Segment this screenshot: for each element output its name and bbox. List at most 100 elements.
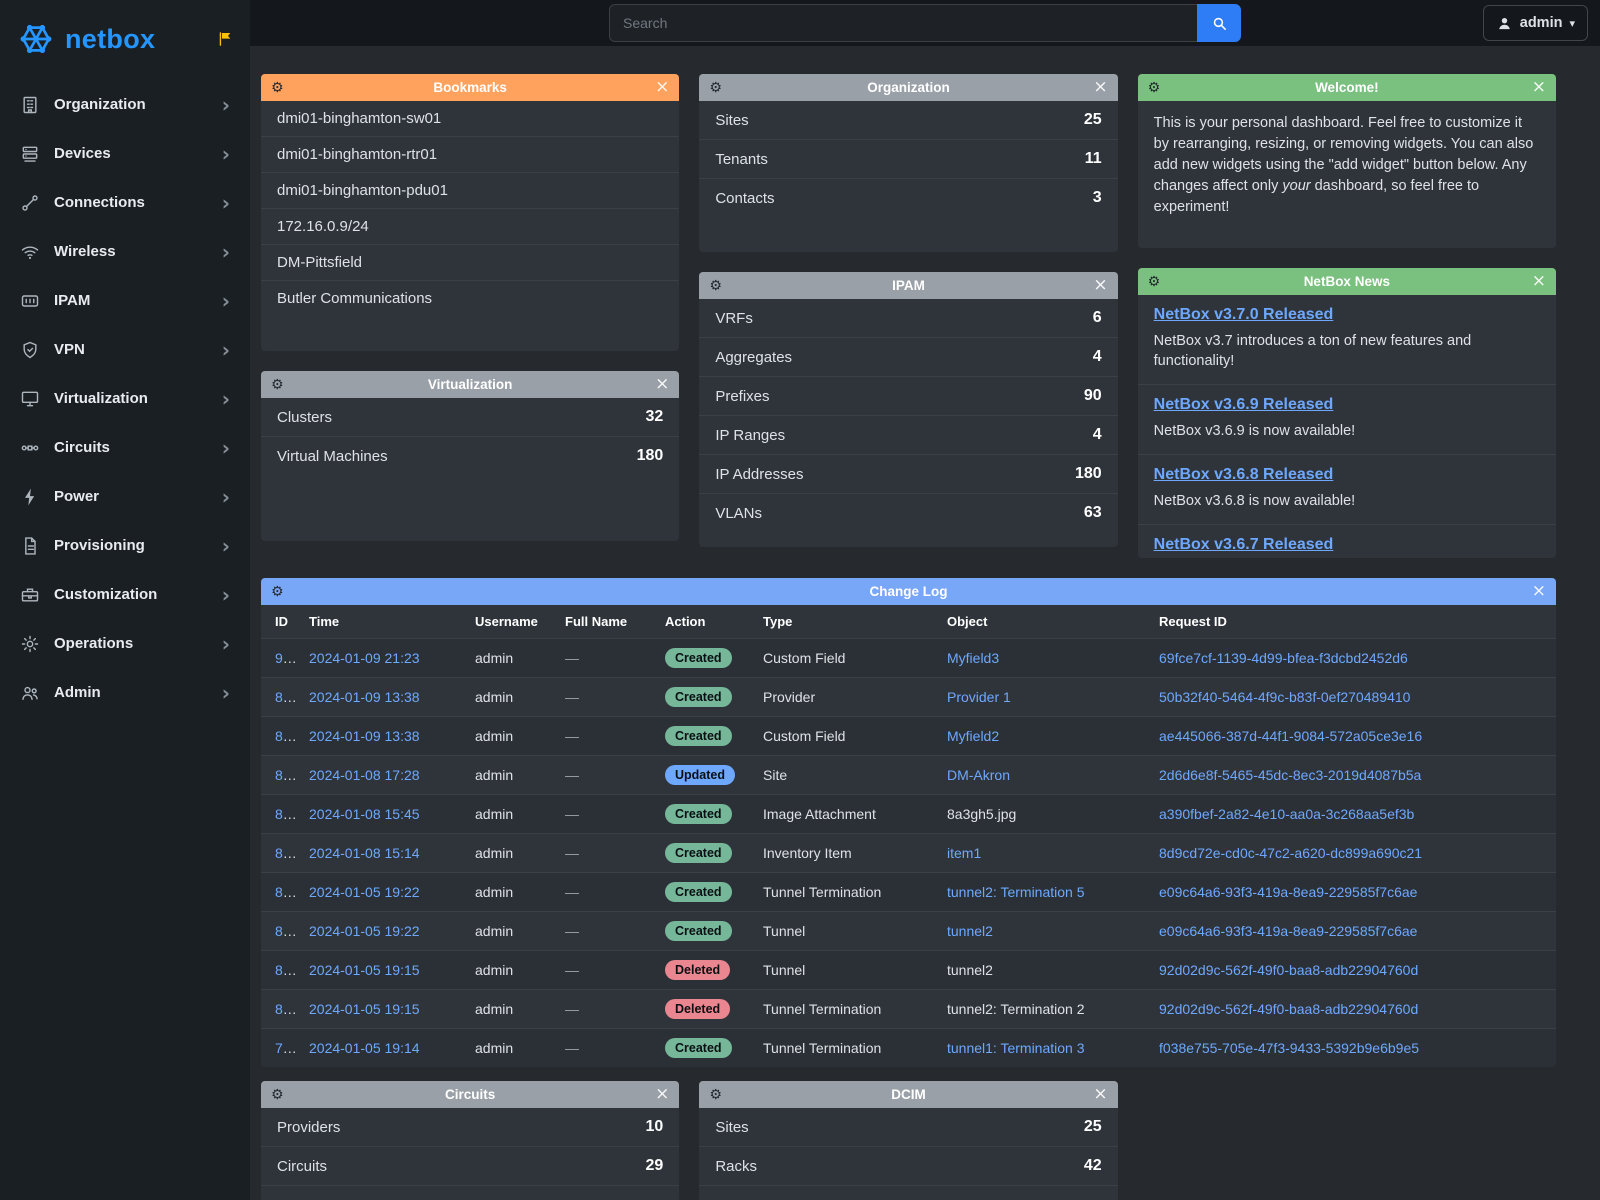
widget-config-gear-icon[interactable]: ⚙	[709, 279, 722, 293]
changelog-time-link[interactable]: 2024-01-09 13:38	[309, 689, 420, 705]
sidebar-item-power[interactable]: Power ›	[0, 472, 250, 521]
changelog-id-link[interactable]: 81	[275, 962, 297, 978]
changelog-time-link[interactable]: 2024-01-05 19:22	[309, 923, 420, 939]
changelog-request-id-link[interactable]: ae445066-387d-44f1-9084-572a05ce3e16	[1159, 728, 1422, 744]
widget-config-gear-icon[interactable]: ⚙	[709, 1088, 722, 1102]
stat-value[interactable]: 90	[1084, 387, 1102, 405]
brand-name[interactable]: netbox	[65, 24, 155, 55]
sidebar-item-organization[interactable]: Organization ›	[0, 80, 250, 129]
bookmark-item[interactable]: dmi01-binghamton-sw01	[261, 101, 679, 136]
stat-value[interactable]: 63	[1084, 504, 1102, 522]
sidebar-item-operations[interactable]: Operations ›	[0, 619, 250, 668]
sidebar-item-admin[interactable]: Admin ›	[0, 668, 250, 717]
widget-close-icon[interactable]: ×	[655, 1086, 669, 1103]
changelog-object-link[interactable]: item1	[947, 845, 981, 861]
changelog-request-id-link[interactable]: 92d02d9c-562f-49f0-baa8-adb22904760d	[1159, 962, 1418, 978]
changelog-object-link[interactable]: DM-Akron	[947, 767, 1010, 783]
stat-value[interactable]: 32	[646, 408, 664, 426]
sidebar-item-devices[interactable]: Devices ›	[0, 129, 250, 178]
changelog-object-link[interactable]: Provider 1	[947, 689, 1011, 705]
sidebar-item-customization[interactable]: Customization ›	[0, 570, 250, 619]
changelog-id-link[interactable]: 89	[275, 689, 297, 705]
changelog-id-link[interactable]: 87	[275, 767, 297, 783]
widget-config-gear-icon[interactable]: ⚙	[271, 378, 284, 392]
changelog-request-id-link[interactable]: 8d9cd72e-cd0c-47c2-a620-dc899a690c21	[1159, 845, 1422, 861]
sidebar-item-wireless[interactable]: Wireless ›	[0, 227, 250, 276]
changelog-time-link[interactable]: 2024-01-09 13:38	[309, 728, 420, 744]
bookmark-item[interactable]: 172.16.0.9/24	[261, 208, 679, 244]
changelog-object-link[interactable]: Myfield2	[947, 728, 999, 744]
changelog-id-link[interactable]: 85	[275, 845, 297, 861]
stat-value[interactable]: 6	[1093, 309, 1102, 327]
widget-close-icon[interactable]: ×	[1532, 583, 1546, 600]
changelog-time-link[interactable]: 2024-01-05 19:22	[309, 884, 420, 900]
sidebar-item-connections[interactable]: Connections ›	[0, 178, 250, 227]
stat-value[interactable]: 42	[1084, 1157, 1102, 1175]
changelog-id-link[interactable]: 79	[275, 1040, 297, 1056]
sidebar-item-ipam[interactable]: IPAM ›	[0, 276, 250, 325]
search-input[interactable]	[609, 4, 1197, 42]
changelog-request-id-link[interactable]: 50b32f40-5464-4f9c-b83f-0ef270489410	[1159, 689, 1410, 705]
changelog-id-link[interactable]: 84	[275, 884, 297, 900]
changelog-time-link[interactable]: 2024-01-08 15:14	[309, 845, 420, 861]
news-link[interactable]: NetBox v3.7.0 Released	[1154, 306, 1334, 324]
stat-value[interactable]: 25	[1084, 1118, 1102, 1136]
stat-value[interactable]: 25	[1084, 111, 1102, 129]
sidebar-item-virtualization[interactable]: Virtualization ›	[0, 374, 250, 423]
bookmark-item[interactable]: DM-Pittsfield	[261, 244, 679, 280]
widget-config-gear-icon[interactable]: ⚙	[709, 81, 722, 95]
changelog-time-link[interactable]: 2024-01-05 19:14	[309, 1040, 420, 1056]
changelog-id-link[interactable]: 83	[275, 923, 297, 939]
widget-config-gear-icon[interactable]: ⚙	[271, 81, 284, 95]
changelog-request-id-link[interactable]: a390fbef-2a82-4e10-aa0a-3c268aa5ef3b	[1159, 806, 1414, 822]
widget-close-icon[interactable]: ×	[655, 376, 669, 393]
stat-value[interactable]: 3	[1093, 189, 1102, 207]
sidebar-item-circuits[interactable]: Circuits ›	[0, 423, 250, 472]
widget-close-icon[interactable]: ×	[1093, 79, 1107, 96]
changelog-id-link[interactable]: 88	[275, 728, 297, 744]
stat-value[interactable]: 11	[1085, 150, 1102, 168]
changelog-request-id-link[interactable]: e09c64a6-93f3-419a-8ea9-229585f7c6ae	[1159, 923, 1417, 939]
changelog-request-id-link[interactable]: 92d02d9c-562f-49f0-baa8-adb22904760d	[1159, 1001, 1418, 1017]
changelog-id-link[interactable]: 86	[275, 806, 297, 822]
widget-close-icon[interactable]: ×	[1532, 273, 1546, 290]
stat-value[interactable]: 4	[1093, 348, 1102, 366]
user-menu-button[interactable]: admin ▾	[1483, 5, 1588, 41]
widget-config-gear-icon[interactable]: ⚙	[271, 585, 284, 599]
changelog-request-id-link[interactable]: 69fce7cf-1139-4d99-bfea-f3dcbd2452d6	[1159, 650, 1408, 666]
widget-close-icon[interactable]: ×	[1093, 277, 1107, 294]
changelog-time-link[interactable]: 2024-01-05 19:15	[309, 1001, 420, 1017]
changelog-object-link[interactable]: tunnel1: Termination 3	[947, 1040, 1085, 1056]
changelog-request-id-link[interactable]: f038e755-705e-47f3-9433-5392b9e6b9e5	[1159, 1040, 1419, 1056]
widget-close-icon[interactable]: ×	[655, 79, 669, 96]
pin-flag-icon[interactable]	[216, 30, 234, 48]
news-link[interactable]: NetBox v3.6.8 Released	[1154, 466, 1334, 484]
widget-config-gear-icon[interactable]: ⚙	[271, 1088, 284, 1102]
stat-value[interactable]: 180	[1075, 465, 1102, 483]
search-button[interactable]	[1197, 4, 1241, 42]
changelog-id-link[interactable]: 90	[275, 650, 297, 666]
changelog-id-link[interactable]: 80	[275, 1001, 297, 1017]
changelog-time-link[interactable]: 2024-01-09 21:23	[309, 650, 420, 666]
widget-close-icon[interactable]: ×	[1093, 1086, 1107, 1103]
changelog-request-id-link[interactable]: e09c64a6-93f3-419a-8ea9-229585f7c6ae	[1159, 884, 1417, 900]
stat-value[interactable]: 4	[1093, 426, 1102, 444]
bookmark-item[interactable]: dmi01-binghamton-pdu01	[261, 172, 679, 208]
changelog-object-link[interactable]: Myfield3	[947, 650, 999, 666]
changelog-time-link[interactable]: 2024-01-08 17:28	[309, 767, 420, 783]
bookmark-item[interactable]: dmi01-binghamton-rtr01	[261, 136, 679, 172]
news-link[interactable]: NetBox v3.6.7 Released	[1154, 536, 1334, 554]
widget-config-gear-icon[interactable]: ⚙	[1148, 81, 1161, 95]
stat-value[interactable]: 29	[646, 1157, 664, 1175]
stat-value[interactable]: 180	[637, 447, 664, 465]
changelog-object-link[interactable]: tunnel2: Termination 5	[947, 884, 1085, 900]
sidebar-item-vpn[interactable]: VPN ›	[0, 325, 250, 374]
stat-value[interactable]: 10	[646, 1118, 664, 1136]
widget-close-icon[interactable]: ×	[1532, 79, 1546, 96]
netbox-logo-icon[interactable]	[16, 19, 56, 59]
sidebar-item-provisioning[interactable]: Provisioning ›	[0, 521, 250, 570]
widget-config-gear-icon[interactable]: ⚙	[1148, 275, 1161, 289]
bookmark-item[interactable]: Butler Communications	[261, 280, 679, 316]
changelog-time-link[interactable]: 2024-01-05 19:15	[309, 962, 420, 978]
news-link[interactable]: NetBox v3.6.9 Released	[1154, 396, 1334, 414]
